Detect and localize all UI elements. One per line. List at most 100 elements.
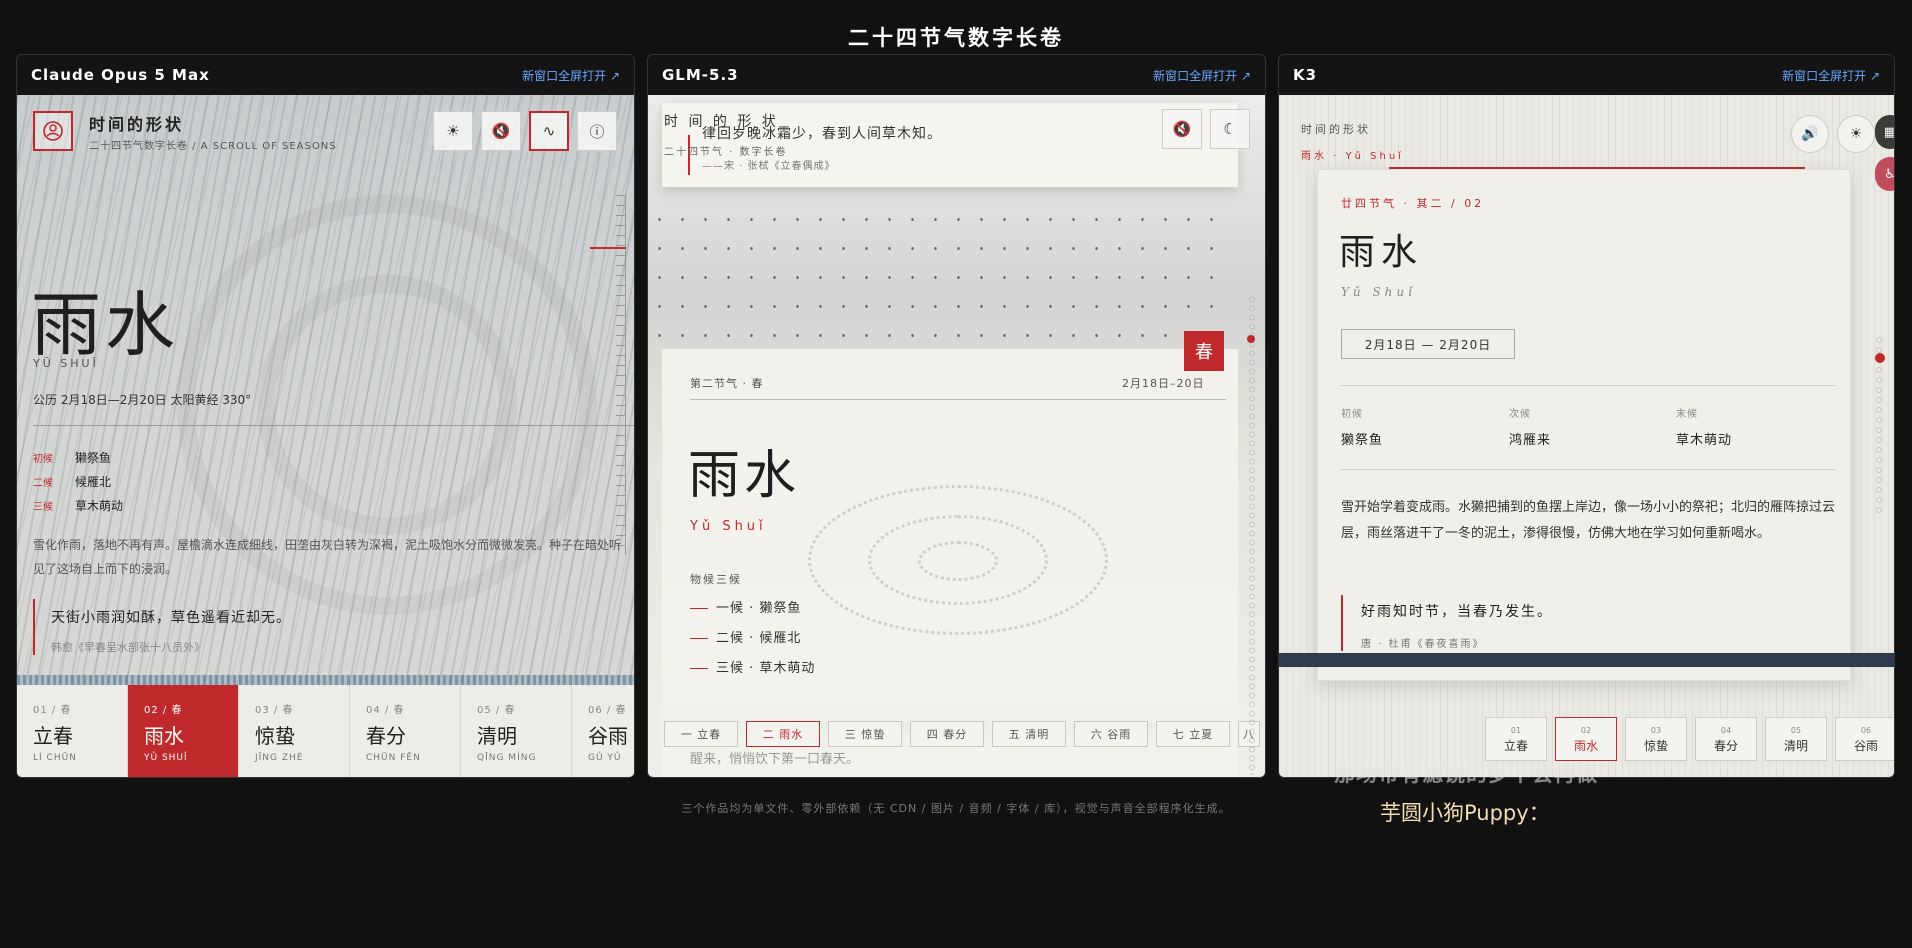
term-tab[interactable]: 04 / 春春分 CHŪN FĒN	[350, 685, 461, 777]
term-kicker: 廿四节气 · 其二 / 02	[1341, 197, 1485, 210]
panel-glm: GLM-5.3 新窗口全屏打开 ↗ 时 间 的 形 状 律回岁晚冰霜少，春到人间…	[647, 54, 1266, 778]
header-verse: 律回岁晚冰霜少，春到人间草木知。	[702, 126, 942, 142]
divider	[1341, 385, 1835, 386]
term-title: 雨水	[1339, 232, 1424, 273]
term-tab[interactable]: 六 谷雨	[1074, 721, 1148, 747]
term-description: 雪化作雨，落地不再有声。屋檐滴水连成细线，田垄由灰白转为深褐，泥土吸饱水分而微微…	[33, 538, 622, 576]
panel-model-name: GLM-5.3	[662, 66, 739, 84]
divider	[33, 425, 634, 426]
app-subtitle: 二十四节气 · 数字长卷	[664, 147, 788, 158]
poem-source: 唐 · 杜甫《春夜喜雨》	[1361, 639, 1485, 650]
term-tab[interactable]: 七 立夏	[1156, 721, 1230, 747]
hou-item: 二候 · 候雁北	[690, 627, 801, 646]
page-title: 二十四节气数字长卷	[848, 26, 1064, 50]
caption-overlay: 芋圆小狗Puppy：	[1380, 801, 1550, 825]
term-tab[interactable]: 四 春分	[910, 721, 984, 747]
scroll-track[interactable]	[1249, 295, 1255, 775]
term-pinyin: Yǔ Shuǐ	[690, 519, 767, 534]
artwork-screen: 时间的形状 二十四节气数字长卷 / A SCROLL OF SEASONS ☀ …	[17, 95, 634, 777]
snow-dots	[648, 205, 1225, 345]
term-tab[interactable]: 06 / 春谷雨 GǓ YǓ	[572, 685, 634, 777]
scroll-indicator[interactable]	[1875, 353, 1885, 363]
hou-label: 初候	[1341, 409, 1363, 420]
hou-item: 一候 · 獭祭鱼	[690, 597, 801, 616]
term-description: 雪开始学着变成雨。水獭把捕到的鱼摆上岸边，像一场小小的祭祀；北归的雁阵掠过云层，…	[1341, 500, 1836, 541]
term-dates: 公历 2月18日—2月20日 太阳黄经 330°	[33, 393, 252, 407]
app-title: 时间的形状	[1301, 123, 1371, 136]
panel-claude: Claude Opus 5 Max 新窗口全屏打开 ↗ 时间的形状 二十四节气数…	[16, 54, 635, 778]
app-subtitle: 二十四节气数字长卷 / A SCROLL OF SEASONS	[89, 141, 337, 152]
panel-header: GLM-5.3 新窗口全屏打开 ↗	[648, 55, 1265, 95]
caption-overlay: 那场带有滤镜的梦不会再做	[1334, 762, 1598, 786]
hou-label: 末候	[1676, 409, 1698, 420]
ground-band	[1279, 653, 1894, 667]
grid-icon[interactable]: ▦	[1875, 115, 1894, 149]
panel-model-name: Claude Opus 5 Max	[31, 66, 210, 84]
term-pinyin: Yǔ Shuǐ	[1341, 285, 1416, 299]
open-fullscreen-link[interactable]: 新窗口全屏打开 ↗	[522, 67, 620, 84]
mute-icon[interactable]: 🔇	[481, 111, 521, 151]
panel-model-name: K3	[1293, 66, 1318, 84]
term-tab[interactable]: 五 清明	[992, 721, 1066, 747]
open-fullscreen-link[interactable]: 新窗口全屏打开 ↗	[1153, 67, 1251, 84]
term-tab[interactable]: 04 春分	[1695, 717, 1757, 761]
app-subtitle: 雨水 · Yǔ Shuǐ	[1301, 151, 1404, 162]
term-dates: 2月18日 — 2月20日	[1341, 329, 1515, 359]
divider	[690, 399, 1226, 400]
wuhou-label: 物候三候	[690, 573, 742, 586]
seal-logo-icon	[33, 111, 73, 151]
hou-value: 草木萌动	[1676, 433, 1733, 448]
panel-header: Claude Opus 5 Max 新窗口全屏打开 ↗	[17, 55, 634, 95]
mute-icon[interactable]: 🔇	[1162, 109, 1202, 149]
hou-label: 次候	[1509, 409, 1531, 420]
term-tab[interactable]: 06 谷雨	[1835, 717, 1894, 761]
term-title: 雨水	[688, 446, 801, 506]
term-tab[interactable]: 03 / 春惊蛰 JĪNG ZHÉ	[239, 685, 350, 777]
term-tab-active[interactable]: 02 雨水	[1555, 717, 1617, 761]
hou-item: 三候 · 草木萌动	[690, 657, 815, 676]
ink-ring	[257, 275, 517, 535]
term-tab[interactable]: 三 惊蛰	[828, 721, 902, 747]
info-icon[interactable]: ⓘ	[577, 111, 617, 151]
ruler-marker	[590, 247, 626, 249]
hou-row: 三候 草木萌动	[33, 499, 124, 513]
term-tab[interactable]: 01 / 春立春 LÌ CHŪN	[17, 685, 128, 777]
poem-quote: 天街小雨润如酥，草色遥看近却无。	[51, 610, 291, 626]
hou-value: 獭祭鱼	[1341, 433, 1384, 448]
moon-icon[interactable]: ☾	[1210, 109, 1250, 149]
term-tab[interactable]: 03 惊蛰	[1625, 717, 1687, 761]
quote-bar	[1341, 595, 1343, 651]
term-title: 雨水	[31, 284, 179, 366]
divider	[1341, 469, 1835, 470]
hou-row: 二候 候雁北	[33, 475, 112, 489]
ripple	[918, 541, 998, 581]
sun-icon[interactable]: ☀	[1837, 115, 1875, 153]
panel-k3: K3 新窗口全屏打开 ↗ 时间的形状 雨水 · Yǔ Shuǐ 🔊 ☀ ▦ ♿ …	[1278, 54, 1895, 778]
hou-row: 初候 獭祭鱼	[33, 451, 112, 465]
verse-source: ——宋 · 张栻《立春偶成》	[702, 161, 836, 172]
term-tab-strip: 一 立春 二 雨水 三 惊蛰 四 春分 五 清明 六 谷雨 七 立夏 八	[656, 703, 1260, 747]
term-order: 第二节气 · 春	[690, 377, 764, 390]
artwork-screen: 时间的形状 雨水 · Yǔ Shuǐ 🔊 ☀ ▦ ♿ 廿四节气 · 其二 / 0…	[1279, 95, 1894, 777]
term-dates: 2月18日–20日	[1122, 377, 1205, 390]
scroll-ruler[interactable]	[616, 195, 626, 555]
speaker-icon[interactable]: 🔊	[1791, 115, 1829, 153]
artwork-screen: 时 间 的 形 状 律回岁晚冰霜少，春到人间草木知。 二十四节气 · 数字长卷 …	[648, 95, 1265, 777]
scroll-indicator[interactable]	[1247, 335, 1255, 343]
sun-icon[interactable]: ☀	[433, 111, 473, 151]
term-tab-active[interactable]: 02 / 春雨水 YǓ SHUǏ	[128, 685, 239, 777]
quote-bar	[33, 599, 35, 655]
season-badge: 春	[1184, 331, 1224, 371]
poem-quote: 好雨知时节，当春乃发生。	[1361, 604, 1553, 620]
term-tab[interactable]: 05 清明	[1765, 717, 1827, 761]
accessibility-icon[interactable]: ♿	[1875, 157, 1894, 191]
footer-note: 三个作品均为单文件、零外部依赖（无 CDN / 图片 / 音频 / 字体 / 库…	[681, 802, 1231, 815]
term-tab[interactable]: 01 立春	[1485, 717, 1547, 761]
term-tab-active[interactable]: 二 雨水	[746, 721, 820, 747]
term-tab[interactable]: 05 / 春清明 QĪNG MÍNG	[461, 685, 572, 777]
term-tab[interactable]: 一 立春	[664, 721, 738, 747]
term-pinyin: YŪ SHUǏ	[33, 357, 99, 370]
open-fullscreen-link[interactable]: 新窗口全屏打开 ↗	[1782, 67, 1880, 84]
app-title: 时间的形状	[89, 115, 185, 134]
wave-icon[interactable]: ∿	[529, 111, 569, 151]
